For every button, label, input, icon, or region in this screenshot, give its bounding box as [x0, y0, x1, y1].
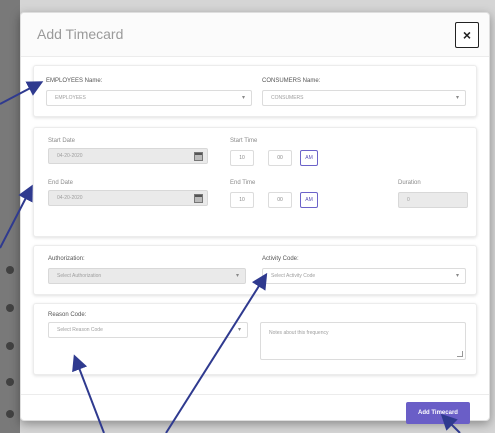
add-timecard-modal: Add Timecard × EMPLOYEES Name: EMPLOYEES… — [20, 12, 490, 424]
activity-label: Activity Code: — [262, 256, 299, 262]
activity-select[interactable]: Select Activity Code ▾ — [262, 268, 466, 284]
names-card: EMPLOYEES Name: EMPLOYEES ▾ CONSUMERS Na… — [33, 65, 477, 117]
chevron-down-icon: ▾ — [455, 95, 459, 101]
employee-value: EMPLOYEES — [55, 95, 86, 101]
reason-label: Reason Code: — [48, 312, 87, 318]
consumer-value: CONSUMERS — [271, 95, 304, 101]
start-ampm-toggle[interactable]: AM — [300, 150, 318, 166]
authorization-select[interactable]: Select Authorization ▾ — [48, 268, 246, 284]
employee-label: EMPLOYEES Name: — [46, 78, 103, 84]
reason-select[interactable]: Select Reason Code ▾ — [48, 322, 248, 338]
notes-textarea[interactable]: Notes about this frequency — [260, 322, 466, 360]
modal-header: Add Timecard × — [21, 13, 489, 57]
close-button[interactable]: × — [455, 22, 479, 48]
authorization-label: Authorization: — [48, 256, 85, 262]
modal-title: Add Timecard — [37, 26, 124, 42]
calendar-icon[interactable] — [194, 152, 203, 161]
authorization-placeholder: Select Authorization — [57, 273, 102, 279]
add-timecard-button[interactable]: Add Timecard — [406, 402, 470, 424]
duration-field: 0 — [398, 192, 468, 208]
chevron-down-icon: ▾ — [241, 95, 245, 101]
start-date-input[interactable]: 04-20-2020 — [48, 148, 208, 164]
reason-placeholder: Select Reason Code — [57, 327, 103, 333]
start-time-label: Start Time — [230, 138, 258, 144]
end-date-input[interactable]: 04-20-2020 — [48, 190, 208, 206]
duration-value: 0 — [407, 197, 410, 203]
end-minute-input[interactable]: 00 — [268, 192, 292, 208]
calendar-icon[interactable] — [194, 194, 203, 203]
reason-card: Reason Code: Select Reason Code ▾ Notes … — [33, 303, 477, 375]
employee-select[interactable]: EMPLOYEES ▾ — [46, 90, 252, 106]
end-ampm-toggle[interactable]: AM — [300, 192, 318, 208]
consumer-label: CONSUMERS Name: — [262, 78, 321, 84]
end-time-label: End Time — [230, 180, 256, 186]
end-date-label: End Date — [48, 180, 74, 186]
start-hour-input[interactable]: 10 — [230, 150, 254, 166]
activity-placeholder: Select Activity Code — [271, 273, 316, 279]
codes-card: Authorization: Select Authorization ▾ Ac… — [33, 245, 477, 295]
date-time-card: Start Date 04-20-2020 Start Time 10 00 A… — [33, 127, 477, 237]
start-date-label: Start Date — [48, 138, 76, 144]
start-minute-input[interactable]: 00 — [268, 150, 292, 166]
start-date-value: 04-20-2020 — [57, 153, 83, 159]
chevron-down-icon: ▾ — [237, 327, 241, 333]
chevron-down-icon: ▾ — [455, 273, 459, 279]
modal-footer-divider — [21, 394, 489, 395]
notes-placeholder: Notes about this frequency — [269, 330, 329, 336]
end-hour-input[interactable]: 10 — [230, 192, 254, 208]
resize-grip-icon[interactable] — [457, 351, 463, 357]
consumer-select[interactable]: CONSUMERS ▾ — [262, 90, 466, 106]
end-date-value: 04-20-2020 — [57, 195, 83, 201]
chevron-down-icon: ▾ — [235, 273, 239, 279]
duration-label: Duration — [398, 180, 421, 186]
